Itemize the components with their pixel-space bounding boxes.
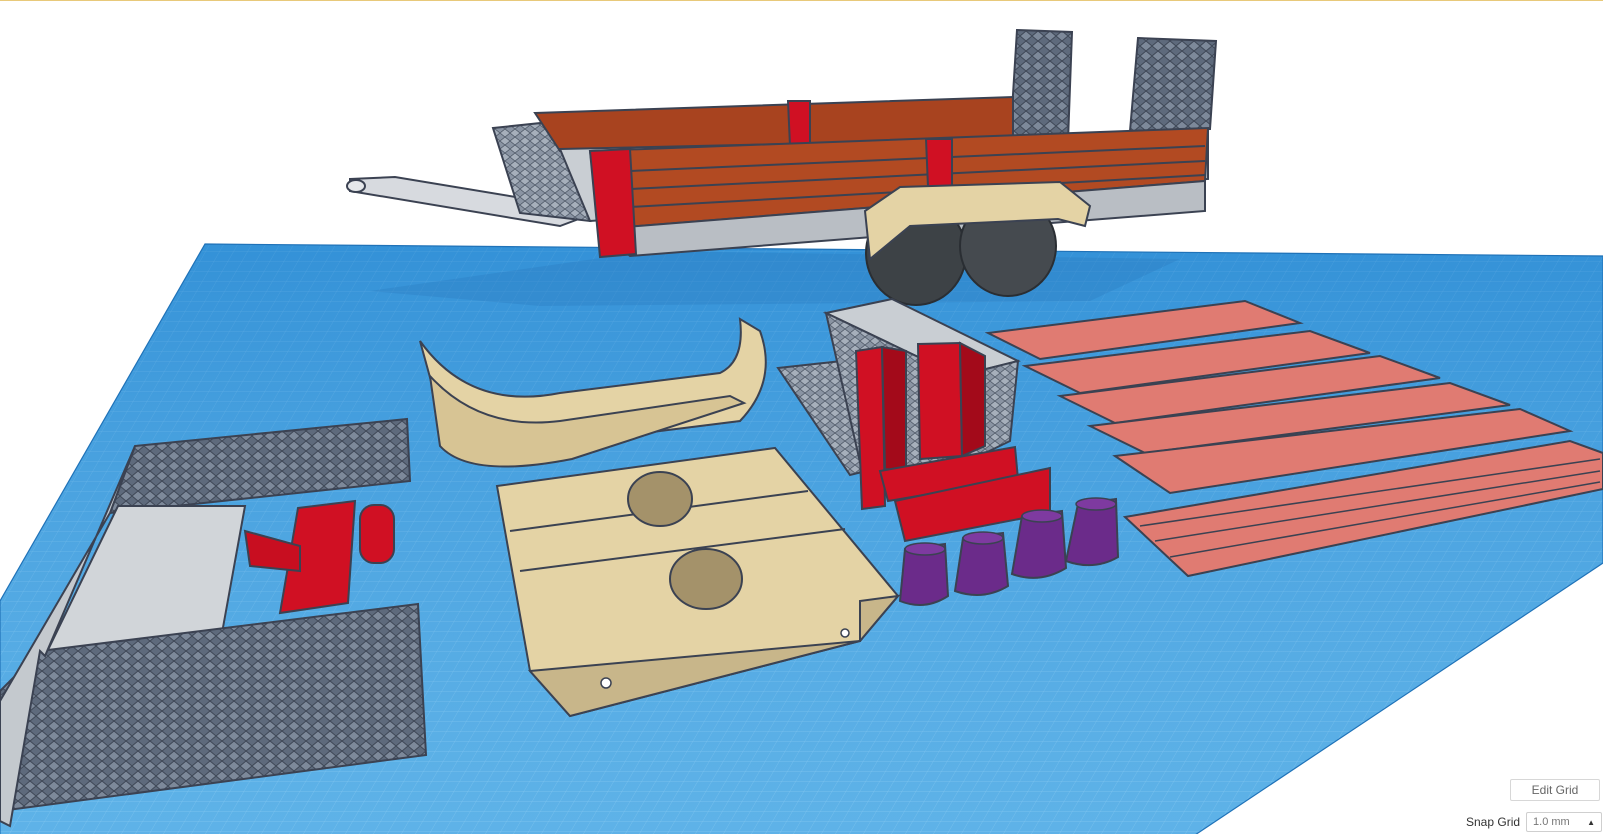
3d-workplane-viewport[interactable]: Edit Grid Snap Grid 1.0 mm ▲ — [0, 0, 1603, 834]
snap-grid-value: 1.0 mm — [1533, 816, 1570, 828]
caret-up-icon: ▲ — [1587, 817, 1596, 827]
snap-grid-control: Snap Grid 1.0 mm ▲ — [1466, 811, 1603, 833]
scene-canvas[interactable] — [0, 1, 1603, 834]
snap-grid-select[interactable]: 1.0 mm ▲ — [1526, 812, 1603, 832]
edit-grid-button[interactable]: Edit Grid — [1510, 779, 1600, 801]
snap-grid-label: Snap Grid — [1466, 815, 1521, 829]
